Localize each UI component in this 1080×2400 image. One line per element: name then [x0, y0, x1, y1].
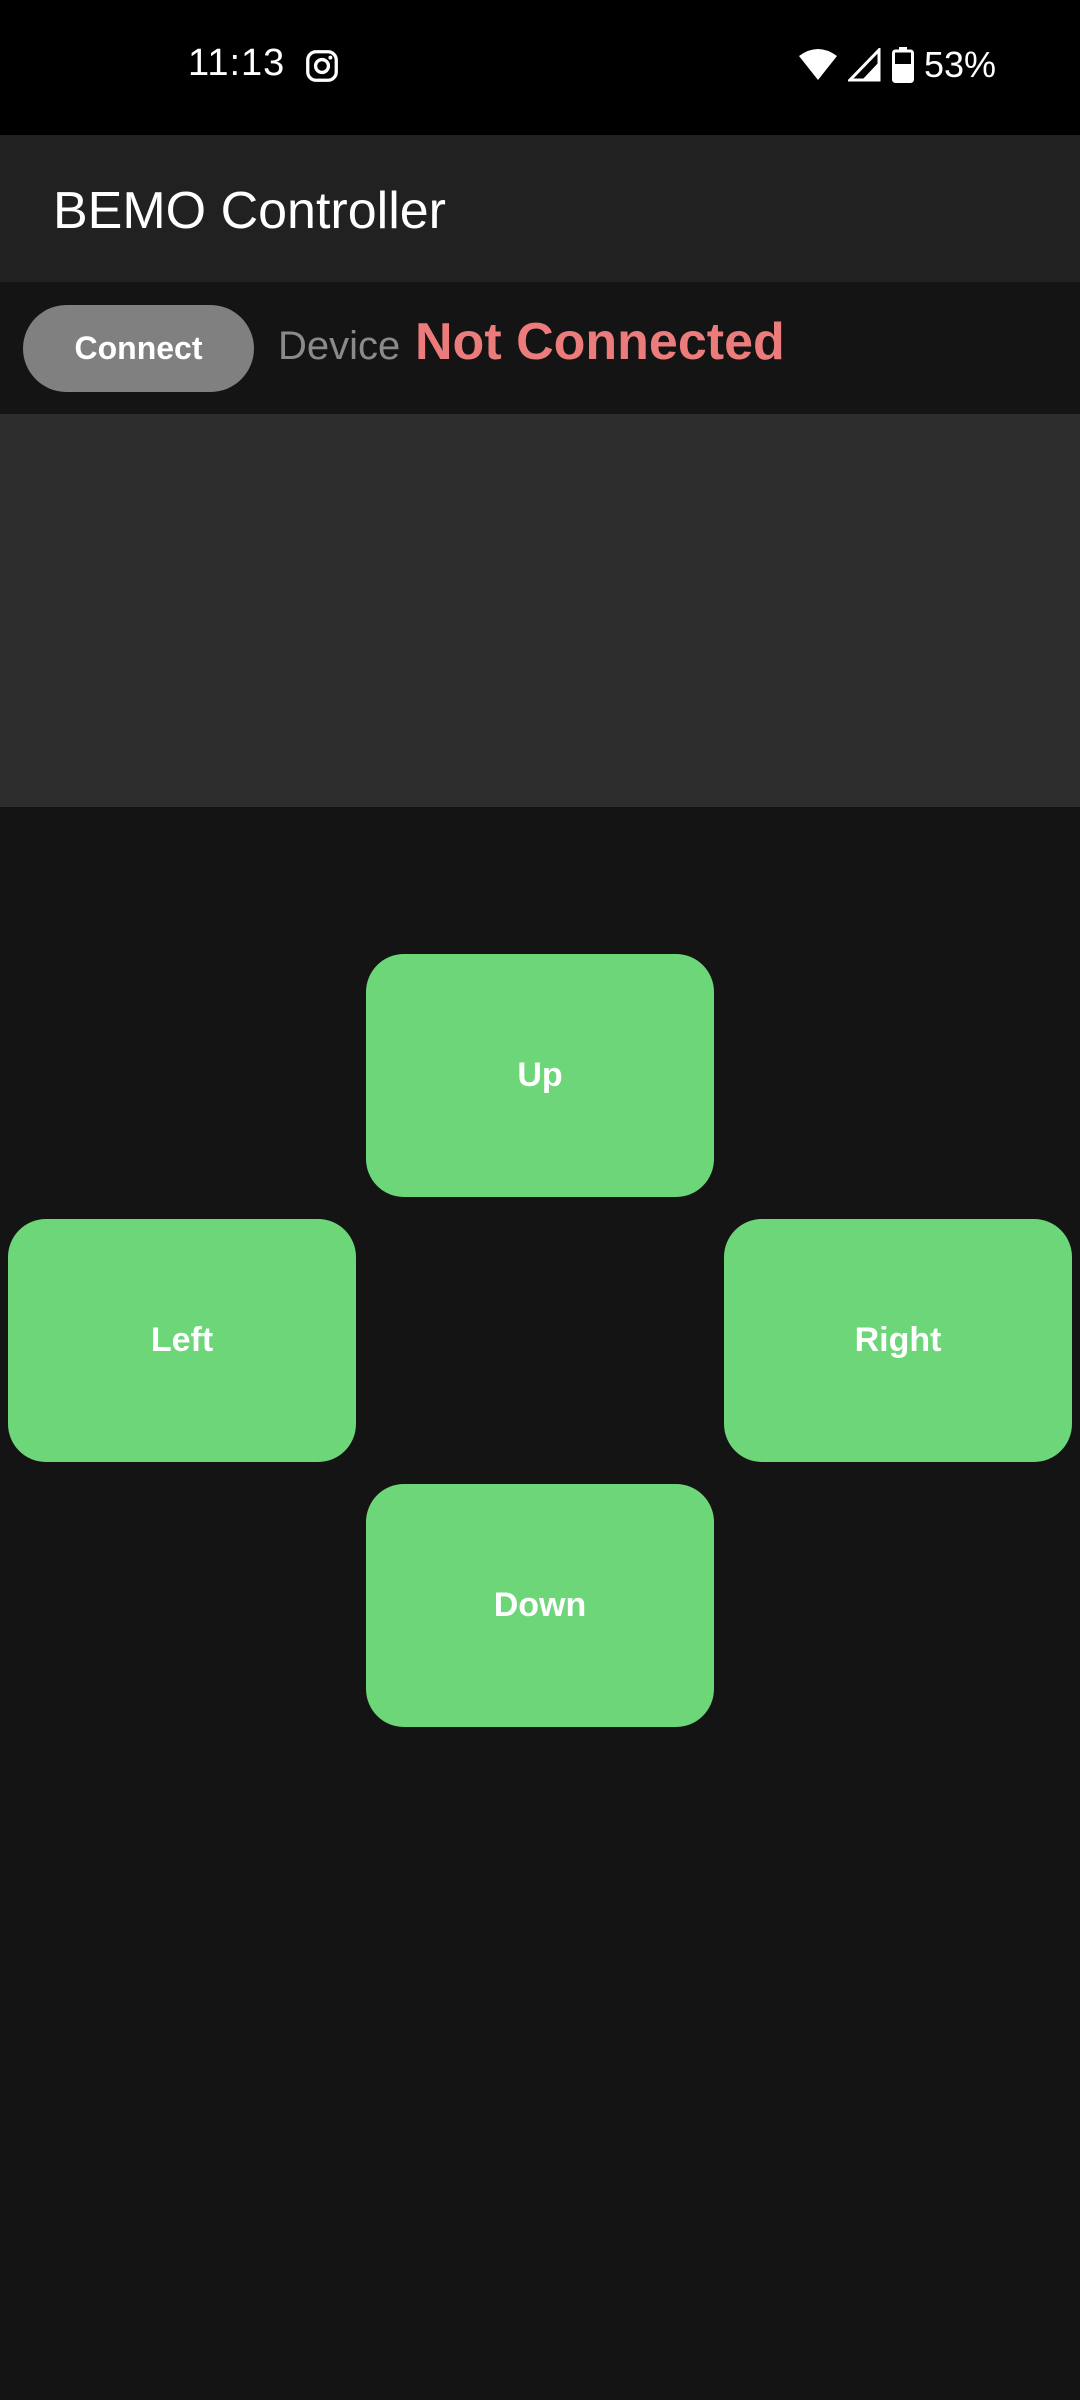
- app-title: BEMO Controller: [53, 182, 446, 240]
- battery-percent: 53%: [923, 44, 996, 85]
- connect-button[interactable]: Connect: [23, 305, 254, 392]
- connection-row: Connect Device Not Connected: [0, 282, 1080, 414]
- status-bar: 11:13 53%: [0, 0, 1080, 135]
- screen: 11:13 53% BEMO Controller Connect Device…: [0, 0, 1080, 2400]
- down-button[interactable]: Down: [366, 1484, 714, 1727]
- device-status: Not Connected: [415, 313, 785, 371]
- info-panel: [0, 414, 1080, 807]
- device-label: Device: [278, 324, 401, 368]
- battery-icon: [891, 47, 914, 83]
- status-time: 11:13: [188, 42, 286, 84]
- instagram-icon: [306, 50, 338, 82]
- up-button[interactable]: Up: [366, 954, 714, 1197]
- right-button[interactable]: Right: [724, 1219, 1072, 1462]
- wifi-icon: [798, 49, 837, 80]
- app-bar: BEMO Controller: [0, 135, 1080, 282]
- status-icons: 53%: [798, 44, 996, 86]
- left-button[interactable]: Left: [8, 1219, 356, 1462]
- cell-signal-icon: [847, 48, 881, 82]
